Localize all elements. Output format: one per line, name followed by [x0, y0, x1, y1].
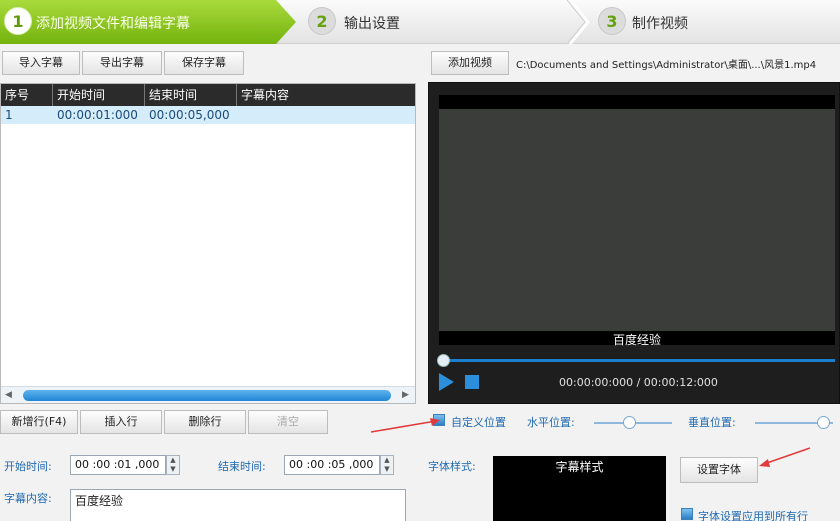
horizontal-slider-knob[interactable] — [623, 416, 636, 429]
step-1[interactable]: 1 添加视频文件和编辑字幕 — [0, 0, 296, 44]
delete-row-button[interactable]: 删除行 — [164, 410, 246, 434]
video-frame — [439, 109, 835, 331]
column-header-content[interactable]: 字幕内容 — [237, 84, 415, 106]
step-separator-icon — [566, 0, 590, 44]
scroll-right-icon[interactable]: ▶ — [402, 390, 409, 400]
step-1-number: 1 — [4, 7, 32, 35]
time-display: 00:00:00:000 / 00:00:12:000 — [559, 376, 718, 389]
subtitle-content-textarea[interactable]: 百度经验 — [70, 489, 406, 521]
insert-row-button[interactable]: 插入行 — [80, 410, 162, 434]
start-time-input[interactable]: 00 :00 :01 ,000 — [70, 455, 166, 475]
step-3[interactable]: 3 制作视频 — [590, 0, 840, 44]
scrollbar-thumb[interactable] — [23, 390, 391, 401]
video-file-path: C:\Documents and Settings\Administrator\… — [516, 60, 817, 71]
custom-position-checkbox[interactable] — [433, 414, 445, 426]
custom-position-label: 自定义位置 — [451, 416, 506, 429]
font-preview-text: 字幕样式 — [555, 460, 604, 474]
end-time-label: 结束时间: — [218, 460, 266, 473]
font-style-label: 字体样式: — [428, 460, 476, 473]
table-row[interactable]: 1 00:00:01:000 00:00:05,000 — [1, 106, 415, 124]
play-icon[interactable] — [439, 373, 454, 391]
end-time-spinner[interactable]: ▲ ▼ — [380, 455, 394, 475]
subtitle-overlay: 百度经验 — [612, 333, 661, 347]
start-time-spinner[interactable]: ▲ ▼ — [166, 455, 180, 475]
add-video-button[interactable]: 添加视频 — [431, 51, 509, 75]
step-3-number: 3 — [598, 7, 626, 35]
step-2[interactable]: 2 输出设置 — [296, 0, 574, 44]
step-2-label: 输出设置 — [344, 16, 400, 32]
cell-content — [237, 106, 415, 124]
column-header-index[interactable]: 序号 — [1, 84, 53, 106]
vertical-position-slider[interactable] — [755, 416, 833, 429]
export-subtitle-button[interactable]: 导出字幕 — [82, 51, 162, 75]
start-time-label: 开始时间: — [4, 460, 52, 473]
end-time-input[interactable]: 00 :00 :05 ,000 — [284, 455, 380, 475]
cell-end: 00:00:05,000 — [149, 108, 230, 122]
import-subtitle-button[interactable]: 导入字幕 — [2, 51, 80, 75]
annotation-arrow-custom-position — [370, 418, 440, 433]
save-subtitle-button[interactable]: 保存字幕 — [164, 51, 244, 75]
add-row-button[interactable]: 新增行(F4) — [0, 410, 78, 434]
scroll-left-icon[interactable]: ◀ — [5, 390, 12, 400]
set-font-button[interactable]: 设置字体 — [680, 457, 758, 483]
video-player: 百度经验 00:00:00:000 / 00:00:12:000 — [428, 82, 840, 404]
horizontal-scrollbar[interactable]: ◀ ▶ — [1, 386, 415, 403]
apply-font-all-checkbox[interactable] — [681, 508, 693, 520]
font-style-preview: 字幕样式 — [493, 456, 666, 521]
step-3-label: 制作视频 — [632, 16, 688, 32]
vertical-position-label: 垂直位置: — [688, 416, 736, 429]
wizard-steps: 1 添加视频文件和编辑字幕 2 输出设置 3 制作视频 — [0, 0, 840, 44]
progress-knob[interactable] — [437, 354, 450, 367]
cell-index: 1 — [5, 108, 13, 122]
subtitle-table: 序号 开始时间 结束时间 字幕内容 1 00:00:01:000 00:00:0… — [0, 83, 416, 404]
subtitle-content-label: 字幕内容: — [4, 492, 52, 505]
stop-icon[interactable] — [465, 375, 479, 389]
annotation-arrow-set-font — [759, 447, 811, 467]
vertical-slider-knob[interactable] — [817, 416, 830, 429]
step-2-number: 2 — [308, 7, 336, 35]
column-header-end[interactable]: 结束时间 — [145, 84, 237, 106]
apply-font-all-label: 字体设置应用到所有行 — [698, 510, 808, 521]
horizontal-position-slider[interactable] — [594, 416, 672, 429]
video-screen: 百度经验 — [439, 95, 835, 347]
table-header: 序号 开始时间 结束时间 字幕内容 — [1, 84, 415, 106]
cell-start: 00:00:01:000 — [57, 108, 138, 122]
clear-button[interactable]: 清空 — [248, 410, 328, 434]
step-1-label: 添加视频文件和编辑字幕 — [36, 16, 190, 32]
horizontal-position-label: 水平位置: — [527, 416, 575, 429]
column-header-start[interactable]: 开始时间 — [53, 84, 145, 106]
playback-progress-bar[interactable] — [437, 354, 835, 367]
